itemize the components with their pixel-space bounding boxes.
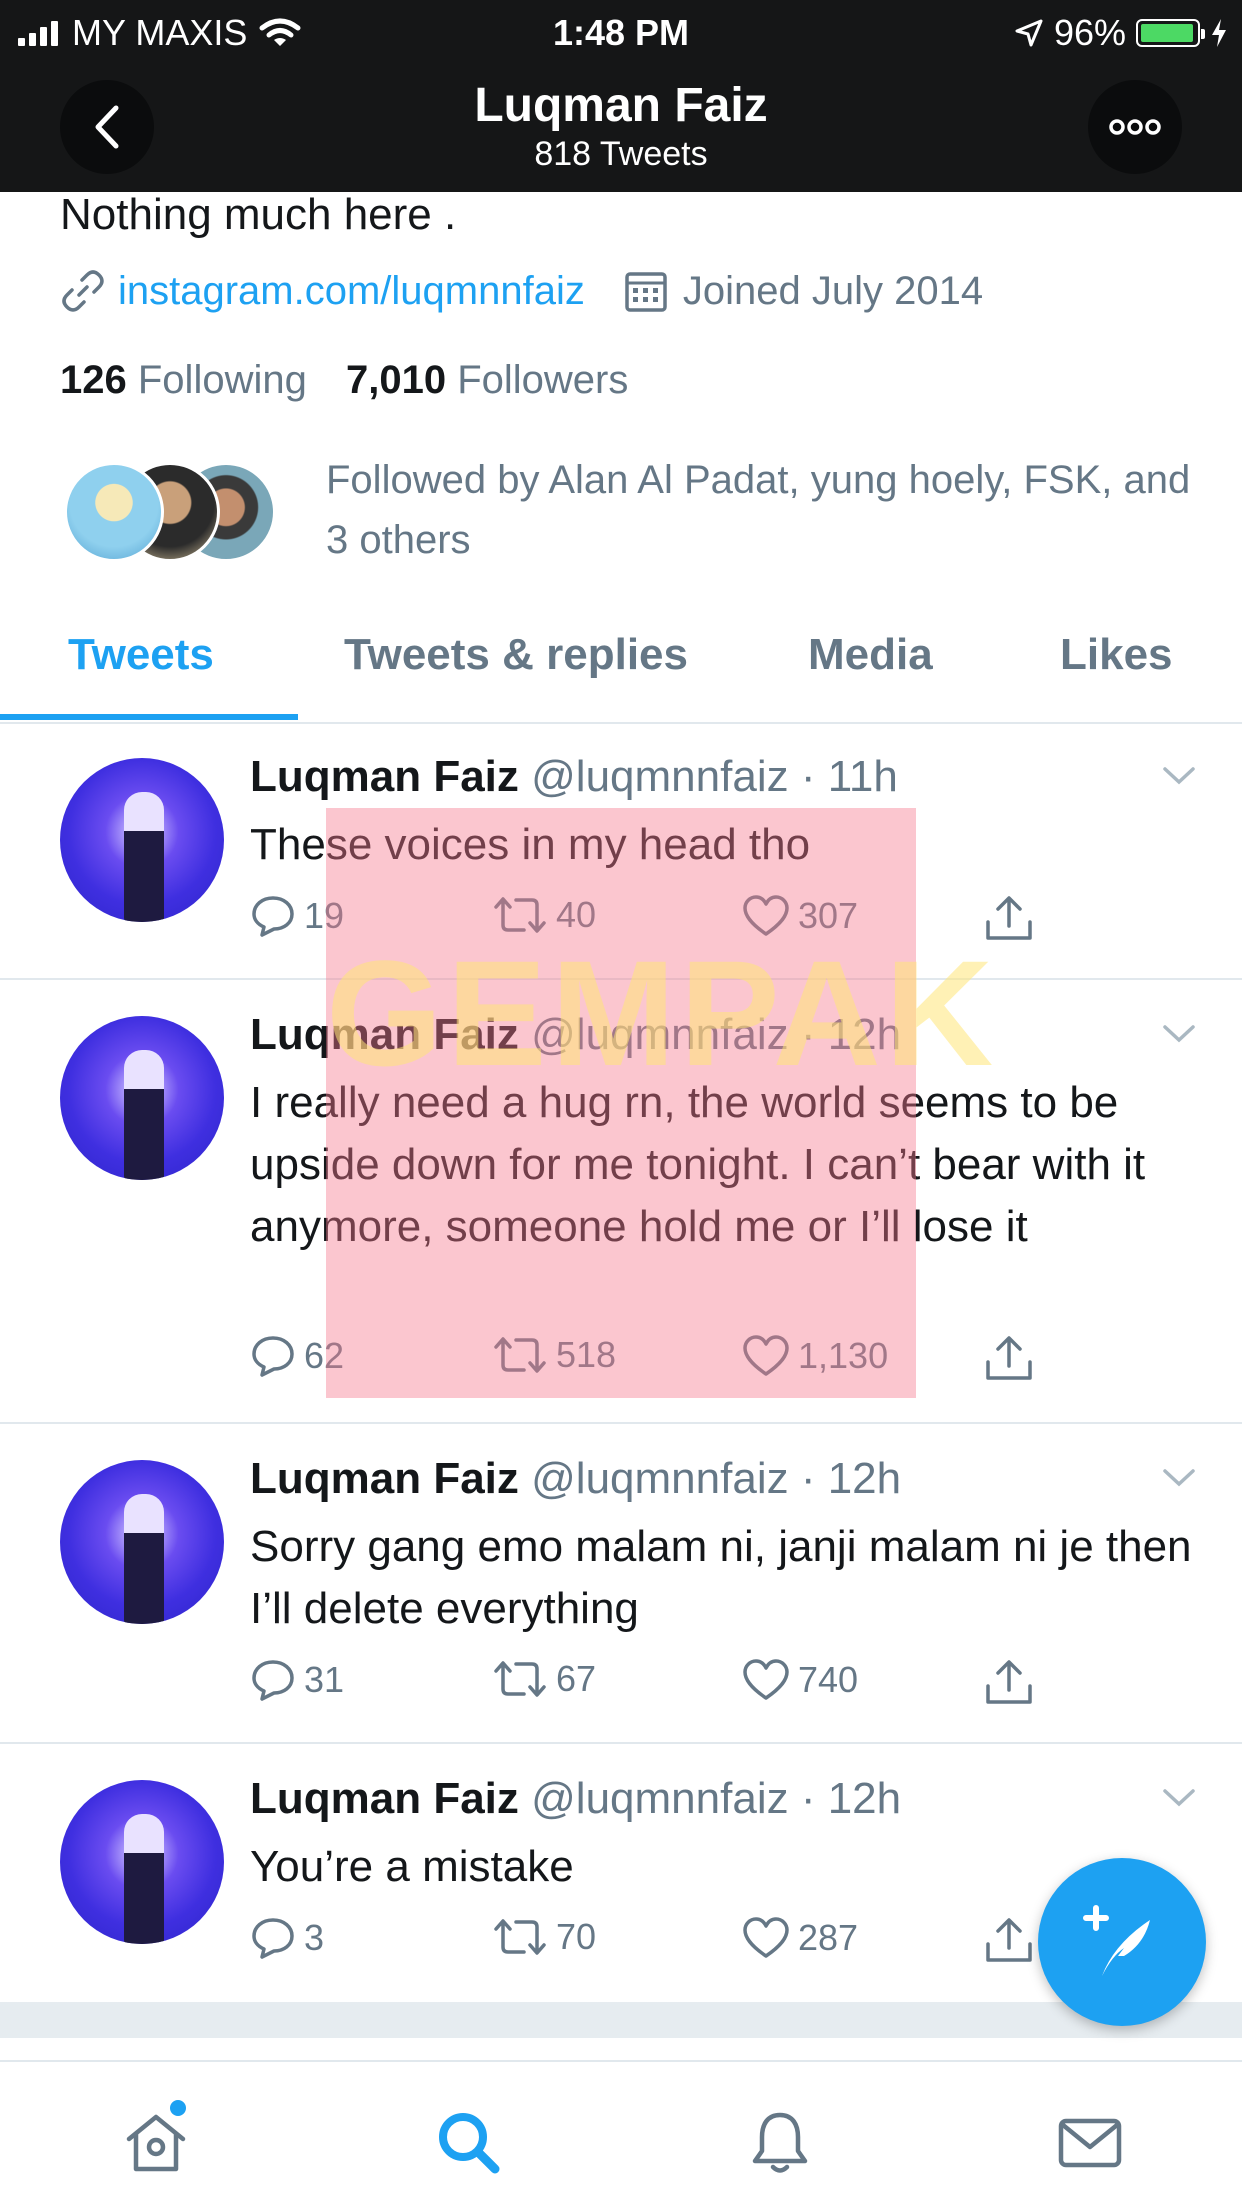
- joined-date: Joined July 2014: [682, 268, 984, 313]
- search-icon: [439, 2113, 500, 2174]
- profile-name-title: Luqman Faiz: [474, 79, 768, 132]
- share-icon: [986, 1336, 1032, 1380]
- retweet-count: 67: [556, 1658, 597, 1699]
- following-label: Following: [137, 358, 307, 402]
- tweet-text: Sorry gang emo malam ni, janji malam ni …: [250, 1522, 1192, 1633]
- charging-icon: [1212, 19, 1226, 47]
- retweet-button[interactable]: 70: [492, 1916, 596, 1958]
- share-icon: [986, 1918, 1032, 1962]
- reply-icon: [252, 1918, 294, 1959]
- retweet-button[interactable]: 67: [492, 1658, 596, 1700]
- share-button[interactable]: [984, 1334, 1034, 1382]
- top-bar: MY MAXIS 1:48 PM 96% Luqman Faiz 818 Twe…: [0, 0, 1242, 192]
- notifications-icon: [752, 2112, 808, 2173]
- tweet-count: 818 Tweets: [534, 135, 708, 173]
- home-icon: [126, 2114, 186, 2172]
- nav-notifications[interactable]: [740, 2102, 820, 2182]
- home-notification-dot: [170, 2100, 186, 2116]
- tab-media[interactable]: Media: [808, 630, 933, 680]
- profile-tabs: Tweets Tweets & replies Media Likes: [0, 612, 1242, 724]
- reply-icon: [252, 1336, 294, 1377]
- like-icon: [743, 1917, 789, 1958]
- battery-percent: 96%: [1053, 12, 1126, 53]
- reply-button[interactable]: 3: [250, 1916, 324, 1960]
- followers-link[interactable]: 7,010 Followers: [346, 358, 628, 402]
- compose-icon: [1083, 1905, 1150, 1976]
- share-icon: [986, 1660, 1032, 1704]
- nav-home[interactable]: [116, 2100, 196, 2182]
- profile-link[interactable]: instagram.com/luqmnnfaiz: [118, 269, 585, 314]
- nav-search[interactable]: [428, 2102, 508, 2182]
- caret-icon[interactable]: [1162, 1788, 1196, 1808]
- link-icon: [62, 270, 104, 312]
- calendar-icon: [625, 272, 667, 312]
- caret-icon[interactable]: [1162, 766, 1196, 786]
- tweet-author-name: Luqman Faiz: [250, 1774, 519, 1823]
- tweet-handle: @luqmnnfaiz: [531, 752, 789, 801]
- like-icon: [743, 1659, 789, 1700]
- battery-icon: [1136, 19, 1205, 47]
- status-right: 96%: [1014, 12, 1228, 54]
- following-link[interactable]: 126 Following: [60, 358, 318, 402]
- profile-links: instagram.com/luqmnnfaiz Joined July 201…: [60, 268, 983, 314]
- tweet-header: Luqman Faiz @luqmnnfaiz · 12h: [250, 1454, 902, 1503]
- tweet-handle: @luqmnnfaiz: [531, 1774, 789, 1823]
- active-tab-indicator: [0, 714, 298, 720]
- caret-icon[interactable]: [1162, 1468, 1196, 1488]
- caret-icon[interactable]: [1162, 1024, 1196, 1044]
- reply-icon: [252, 1660, 294, 1701]
- like-button[interactable]: 287: [742, 1916, 858, 1960]
- retweet-icon: [494, 1661, 546, 1697]
- tab-likes[interactable]: Likes: [1060, 630, 1173, 680]
- followed-by-avatars[interactable]: [64, 462, 304, 566]
- avatar[interactable]: [60, 1016, 224, 1180]
- retweet-count: 70: [556, 1916, 597, 1957]
- bottom-nav: [0, 2060, 1242, 2210]
- following-count: 126: [60, 358, 127, 402]
- reply-button[interactable]: 31: [250, 1658, 344, 1702]
- tweet-author-name: Luqman Faiz: [250, 1454, 519, 1503]
- status-bar: MY MAXIS 1:48 PM 96%: [0, 0, 1242, 62]
- profile-bio: Nothing much here .: [60, 190, 457, 239]
- messages-icon: [1058, 2118, 1122, 2168]
- tweet-header: Luqman Faiz @luqmnnfaiz · 12h: [250, 1774, 902, 1823]
- avatar[interactable]: [60, 1460, 224, 1624]
- followers-count: 7,010: [345, 358, 447, 402]
- avatar[interactable]: [60, 1780, 224, 1944]
- avatar[interactable]: [60, 758, 224, 922]
- tweet-time: 12h: [827, 1774, 902, 1823]
- compose-button[interactable]: [1038, 1858, 1206, 2026]
- reply-count: 31: [304, 1659, 345, 1700]
- more-icon: [1109, 119, 1161, 135]
- nav-messages[interactable]: [1050, 2102, 1130, 2182]
- tweet[interactable]: Luqman Faiz @luqmnnfaiz · 12h Sorry gang…: [0, 1424, 1242, 1744]
- watermark-text: GEMPAK: [326, 929, 998, 1097]
- reply-icon: [252, 896, 294, 937]
- watermark: GEMPAK: [326, 808, 998, 1398]
- tweet-actions: 31 67 740: [250, 1658, 1050, 1718]
- more-button[interactable]: [1088, 80, 1182, 174]
- header-title: Luqman Faiz 818 Tweets: [0, 78, 1242, 174]
- followed-by-text[interactable]: Followed by Alan Al Padat, yung hoely, F…: [326, 450, 1206, 570]
- tweet-author-name: Luqman Faiz: [250, 752, 519, 801]
- avatar: [64, 462, 164, 562]
- followers-label: Followers: [457, 358, 629, 402]
- reply-count: 3: [304, 1917, 325, 1958]
- tweet-time: 12h: [827, 1454, 902, 1503]
- retweet-icon: [494, 1919, 546, 1955]
- like-count: 287: [798, 1917, 859, 1958]
- tab-tweets[interactable]: Tweets: [68, 630, 214, 680]
- like-button[interactable]: 740: [742, 1658, 858, 1702]
- tab-tweets-replies[interactable]: Tweets & replies: [344, 630, 688, 680]
- share-button[interactable]: [984, 1916, 1034, 1964]
- timeline-end-band: [0, 2002, 1242, 2038]
- tweet-time: 11h: [827, 752, 898, 801]
- like-count: 740: [798, 1659, 859, 1700]
- tweet-actions: 3 70 287: [250, 1916, 1050, 1976]
- share-button[interactable]: [984, 1658, 1034, 1706]
- follow-counts: 126 Following 7,010 Followers: [60, 358, 628, 403]
- tweet-header: Luqman Faiz @luqmnnfaiz · 11h: [250, 752, 898, 801]
- tweet-handle: @luqmnnfaiz: [531, 1454, 789, 1503]
- location-icon: [1015, 19, 1043, 47]
